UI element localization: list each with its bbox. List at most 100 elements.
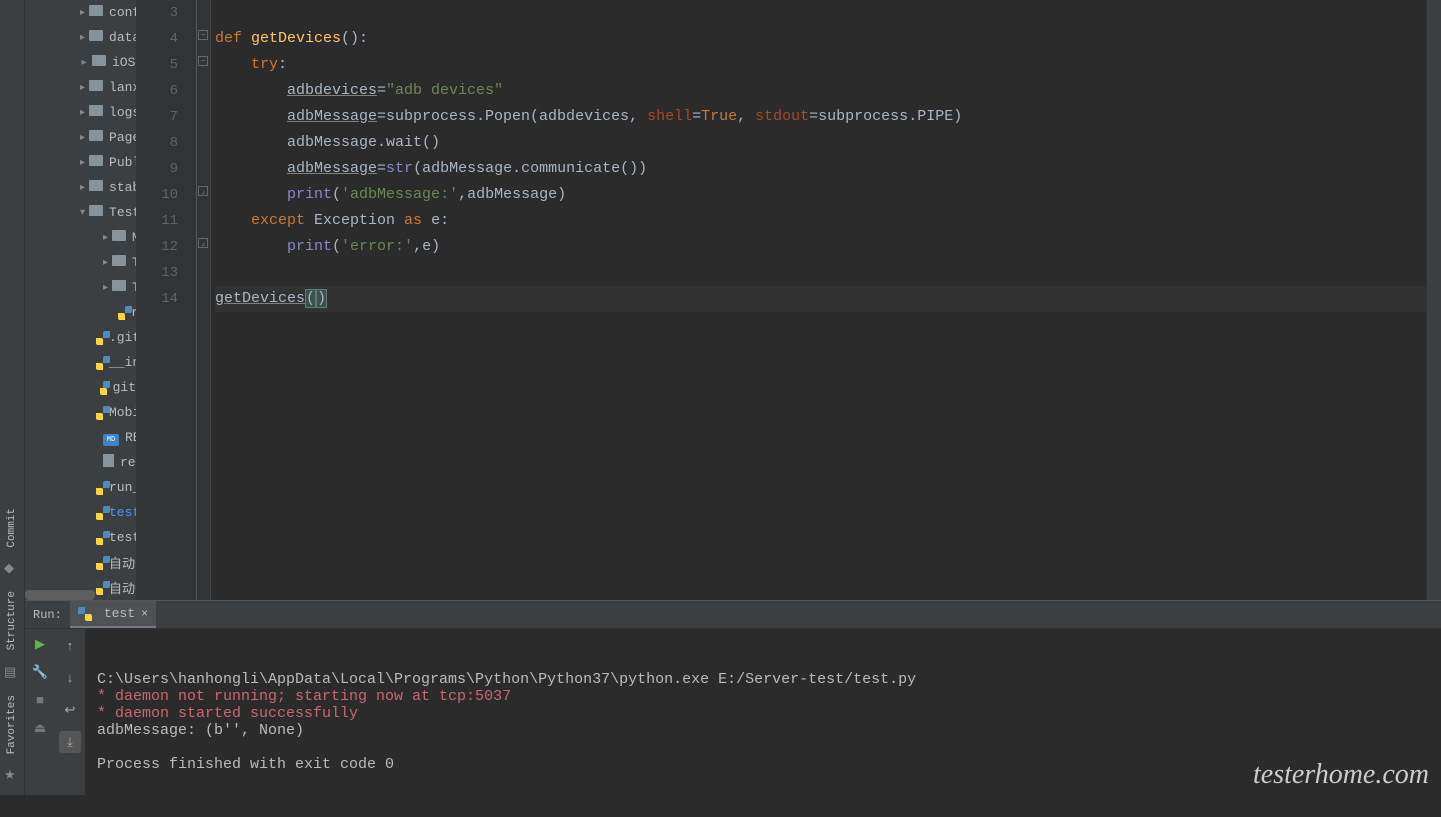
tree-item[interactable]: data bbox=[25, 25, 136, 50]
tree-item[interactable]: Te bbox=[25, 275, 136, 300]
run-tab-label: test bbox=[104, 606, 135, 621]
tree-horiz-scrollbar[interactable] bbox=[25, 590, 95, 600]
console-line: * daemon not running; starting now at tc… bbox=[97, 688, 1429, 705]
tree-item-label: __init bbox=[109, 355, 137, 370]
run-panel-label: Run: bbox=[25, 608, 70, 622]
tree-item[interactable]: M bbox=[25, 225, 136, 250]
tree-item[interactable]: iOS bbox=[25, 50, 136, 75]
tree-item[interactable]: test_c bbox=[25, 525, 136, 550]
code-line[interactable]: print('error:',e) bbox=[215, 234, 1426, 260]
chevron-right-icon[interactable] bbox=[80, 109, 85, 117]
run-tab-test[interactable]: test × bbox=[70, 601, 156, 628]
structure-icon: ▤ bbox=[4, 665, 20, 681]
folder-icon bbox=[112, 280, 132, 295]
line-number: 12 bbox=[137, 234, 196, 260]
tree-item[interactable]: reque bbox=[25, 450, 136, 475]
line-number: 10 bbox=[137, 182, 196, 208]
folder-icon bbox=[112, 230, 132, 245]
code-line[interactable]: adbMessage=str(adbMessage.communicate()) bbox=[215, 156, 1426, 182]
editor-scrollbar[interactable] bbox=[1426, 0, 1441, 600]
folder-icon bbox=[92, 55, 112, 70]
tree-item[interactable]: run_a bbox=[25, 475, 136, 500]
tree-item-label: conf bbox=[109, 5, 137, 20]
tree-item[interactable]: Mobi bbox=[25, 400, 136, 425]
code-editor[interactable]: def getDevices(): try: adbdevices="adb d… bbox=[211, 0, 1426, 600]
tree-item[interactable]: test.p bbox=[25, 500, 136, 525]
md-icon bbox=[103, 430, 125, 446]
chevron-right-icon[interactable] bbox=[103, 284, 108, 292]
line-number: 3 bbox=[137, 0, 196, 26]
tree-item[interactable]: 自动化 bbox=[25, 550, 136, 575]
structure-tool-tab[interactable]: Structure bbox=[4, 583, 20, 658]
tree-item[interactable]: stabil bbox=[25, 175, 136, 200]
down-icon[interactable]: ↓ bbox=[59, 667, 81, 689]
stop-icon[interactable]: ■ bbox=[31, 691, 49, 709]
tree-item[interactable]: lanxin bbox=[25, 75, 136, 100]
line-number: 7 bbox=[137, 104, 196, 130]
fold-gutter[interactable]: − − ⌟ ⌟ bbox=[197, 0, 211, 600]
tree-item[interactable]: READ bbox=[25, 425, 136, 450]
code-line[interactable] bbox=[215, 0, 1426, 26]
tree-item[interactable]: conf bbox=[25, 0, 136, 25]
code-line[interactable] bbox=[215, 260, 1426, 286]
chevron-right-icon[interactable] bbox=[80, 34, 85, 42]
chevron-right-icon[interactable] bbox=[80, 84, 85, 92]
exit-icon[interactable]: ⏏ bbox=[31, 719, 49, 737]
chevron-right-icon[interactable] bbox=[103, 234, 108, 242]
console-line bbox=[97, 739, 1429, 756]
wrench-icon[interactable]: 🔧 bbox=[31, 663, 49, 681]
code-line[interactable]: def getDevices(): bbox=[215, 26, 1426, 52]
code-line[interactable]: adbdevices="adb devices" bbox=[215, 78, 1426, 104]
chevron-down-icon[interactable] bbox=[80, 209, 85, 217]
folder-icon bbox=[112, 255, 132, 270]
tree-item-label: Publi bbox=[109, 155, 137, 170]
tree-item-label: 自动化 bbox=[109, 553, 137, 572]
run-panel: Run: test × ▶ 🔧 ■ ⏏ ↑ ↓ ↩ ⤓ C:\Users\han… bbox=[25, 600, 1441, 795]
chevron-right-icon[interactable] bbox=[80, 59, 88, 67]
tree-item[interactable]: TestS bbox=[25, 200, 136, 225]
tree-item-label: logs bbox=[109, 105, 137, 120]
tree-item[interactable]: ru bbox=[25, 300, 136, 325]
chevron-right-icon[interactable] bbox=[80, 134, 85, 142]
code-line[interactable]: except Exception as e: bbox=[215, 208, 1426, 234]
fold-region-icon[interactable]: − bbox=[198, 30, 208, 40]
favorites-tool-tab[interactable]: Favorites bbox=[4, 687, 20, 762]
folder-icon bbox=[89, 5, 109, 20]
soft-wrap-icon[interactable]: ↩ bbox=[59, 699, 81, 721]
fold-end-icon[interactable]: ⌟ bbox=[198, 238, 208, 248]
code-line[interactable]: try: bbox=[215, 52, 1426, 78]
console-output[interactable]: C:\Users\hanhongli\AppData\Local\Program… bbox=[85, 629, 1441, 795]
console-line: * daemon started successfully bbox=[97, 705, 1429, 722]
scroll-end-icon[interactable]: ⤓ bbox=[59, 731, 81, 753]
tree-item[interactable]: Page bbox=[25, 125, 136, 150]
run-toolbar-primary: ▶ 🔧 ■ ⏏ bbox=[25, 629, 55, 795]
tree-item-label: lanxin bbox=[109, 80, 137, 95]
up-icon[interactable]: ↑ bbox=[59, 635, 81, 657]
chevron-right-icon[interactable] bbox=[80, 9, 85, 17]
tree-item-label: stabil bbox=[109, 180, 137, 195]
fold-region-icon[interactable]: − bbox=[198, 56, 208, 66]
console-line: Process finished with exit code 0 bbox=[97, 756, 1429, 773]
txt-icon bbox=[103, 454, 120, 471]
tree-item-label: M bbox=[132, 230, 137, 245]
code-line[interactable]: print('adbMessage:',adbMessage) bbox=[215, 182, 1426, 208]
chevron-right-icon[interactable] bbox=[103, 259, 108, 267]
tree-item[interactable]: Publi bbox=[25, 150, 136, 175]
fold-end-icon[interactable]: ⌟ bbox=[198, 186, 208, 196]
chevron-right-icon[interactable] bbox=[80, 159, 85, 167]
code-line[interactable]: adbMessage=subprocess.Popen(adbdevices, … bbox=[215, 104, 1426, 130]
tree-item-label: Mobi bbox=[109, 405, 137, 420]
tree-item[interactable]: __init bbox=[25, 350, 136, 375]
code-line[interactable]: getDevices() bbox=[215, 286, 1426, 312]
tree-item[interactable]: Te bbox=[25, 250, 136, 275]
code-line[interactable]: adbMessage.wait() bbox=[215, 130, 1426, 156]
tree-item[interactable]: logs bbox=[25, 100, 136, 125]
close-icon[interactable]: × bbox=[141, 607, 148, 621]
folder-icon bbox=[89, 105, 109, 120]
tree-item[interactable]: git bbox=[25, 375, 136, 400]
rerun-icon[interactable]: ▶ bbox=[31, 635, 49, 653]
commit-tool-tab[interactable]: Commit bbox=[4, 500, 20, 556]
chevron-right-icon[interactable] bbox=[80, 184, 85, 192]
tree-item[interactable]: .gitig bbox=[25, 325, 136, 350]
project-tree[interactable]: conf dataiOS lanxin logs Page Publi stabil Test… bbox=[25, 0, 137, 600]
